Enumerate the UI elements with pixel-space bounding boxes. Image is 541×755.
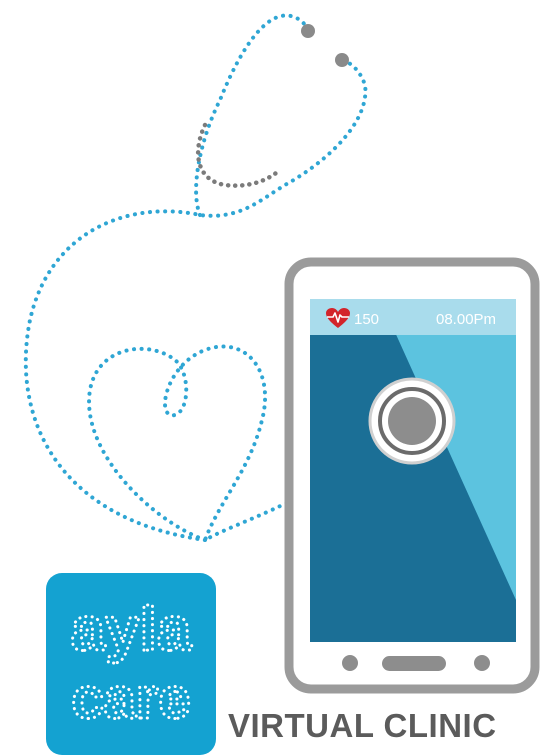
earpiece-right-icon [335, 53, 349, 67]
illustration: 150 08.00Pm ayla care [23, 13, 540, 755]
phone: 150 08.00Pm [284, 257, 540, 694]
logo-text-bottom: care [71, 666, 190, 731]
logo-text-top: ayla [71, 595, 192, 664]
stethoscope-metal-section [195, 122, 283, 188]
chest-piece-diaphragm-icon [388, 397, 436, 445]
ayla-care-logo: ayla care [46, 573, 216, 755]
stethoscope-left-tube [194, 13, 310, 217]
earpiece-left-icon [301, 24, 315, 38]
clock-text: 08.00Pm [436, 311, 496, 328]
phone-menu-button[interactable] [474, 655, 490, 671]
phone-back-button[interactable] [342, 655, 358, 671]
heart-rate-text: 150 [354, 311, 379, 328]
tagline: VIRTUAL CLINIC [228, 707, 497, 744]
phone-home-button[interactable] [382, 656, 446, 671]
